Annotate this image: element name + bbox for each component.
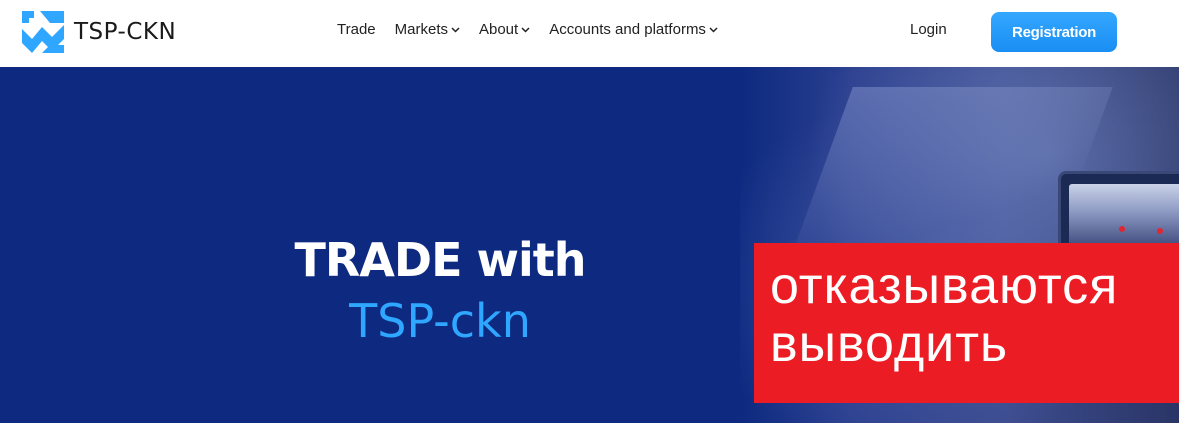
hero-title: TRADE with xyxy=(294,233,586,287)
login-link[interactable]: Login xyxy=(910,21,947,38)
chevron-down-icon xyxy=(521,26,530,33)
registration-button[interactable]: Registration xyxy=(991,12,1117,52)
nav-label: Accounts and platforms xyxy=(549,21,706,38)
tablet-indicator xyxy=(1119,226,1125,232)
nav-item-markets[interactable]: Markets xyxy=(395,21,460,38)
logo[interactable]: TSP-CKN xyxy=(20,9,176,55)
chevron-down-icon xyxy=(709,26,718,33)
nav-item-about[interactable]: About xyxy=(479,21,530,38)
chevron-down-icon xyxy=(451,26,460,33)
nav-label: About xyxy=(478,21,519,38)
overlay-line-1: отказываются xyxy=(770,257,1119,315)
hero-subtitle: TSP-ckn xyxy=(349,294,531,348)
nav-item-accounts-and-platforms[interactable]: Accounts and platforms xyxy=(549,21,718,38)
logo-text: TSP-CKN xyxy=(74,19,177,45)
site-header: TSP-CKN Trade Markets About Accounts and… xyxy=(0,0,1179,67)
tablet-indicator xyxy=(1157,228,1163,234)
main-nav: Trade Markets About Accounts and platfor… xyxy=(337,21,718,38)
overlay-line-2: выводить xyxy=(770,315,1009,373)
nav-item-trade[interactable]: Trade xyxy=(337,21,376,38)
logo-icon xyxy=(20,9,66,55)
nav-label: Markets xyxy=(394,21,448,38)
overlay-warning-banner: отказываются выводить xyxy=(754,243,1179,403)
nav-label: Trade xyxy=(337,21,376,38)
